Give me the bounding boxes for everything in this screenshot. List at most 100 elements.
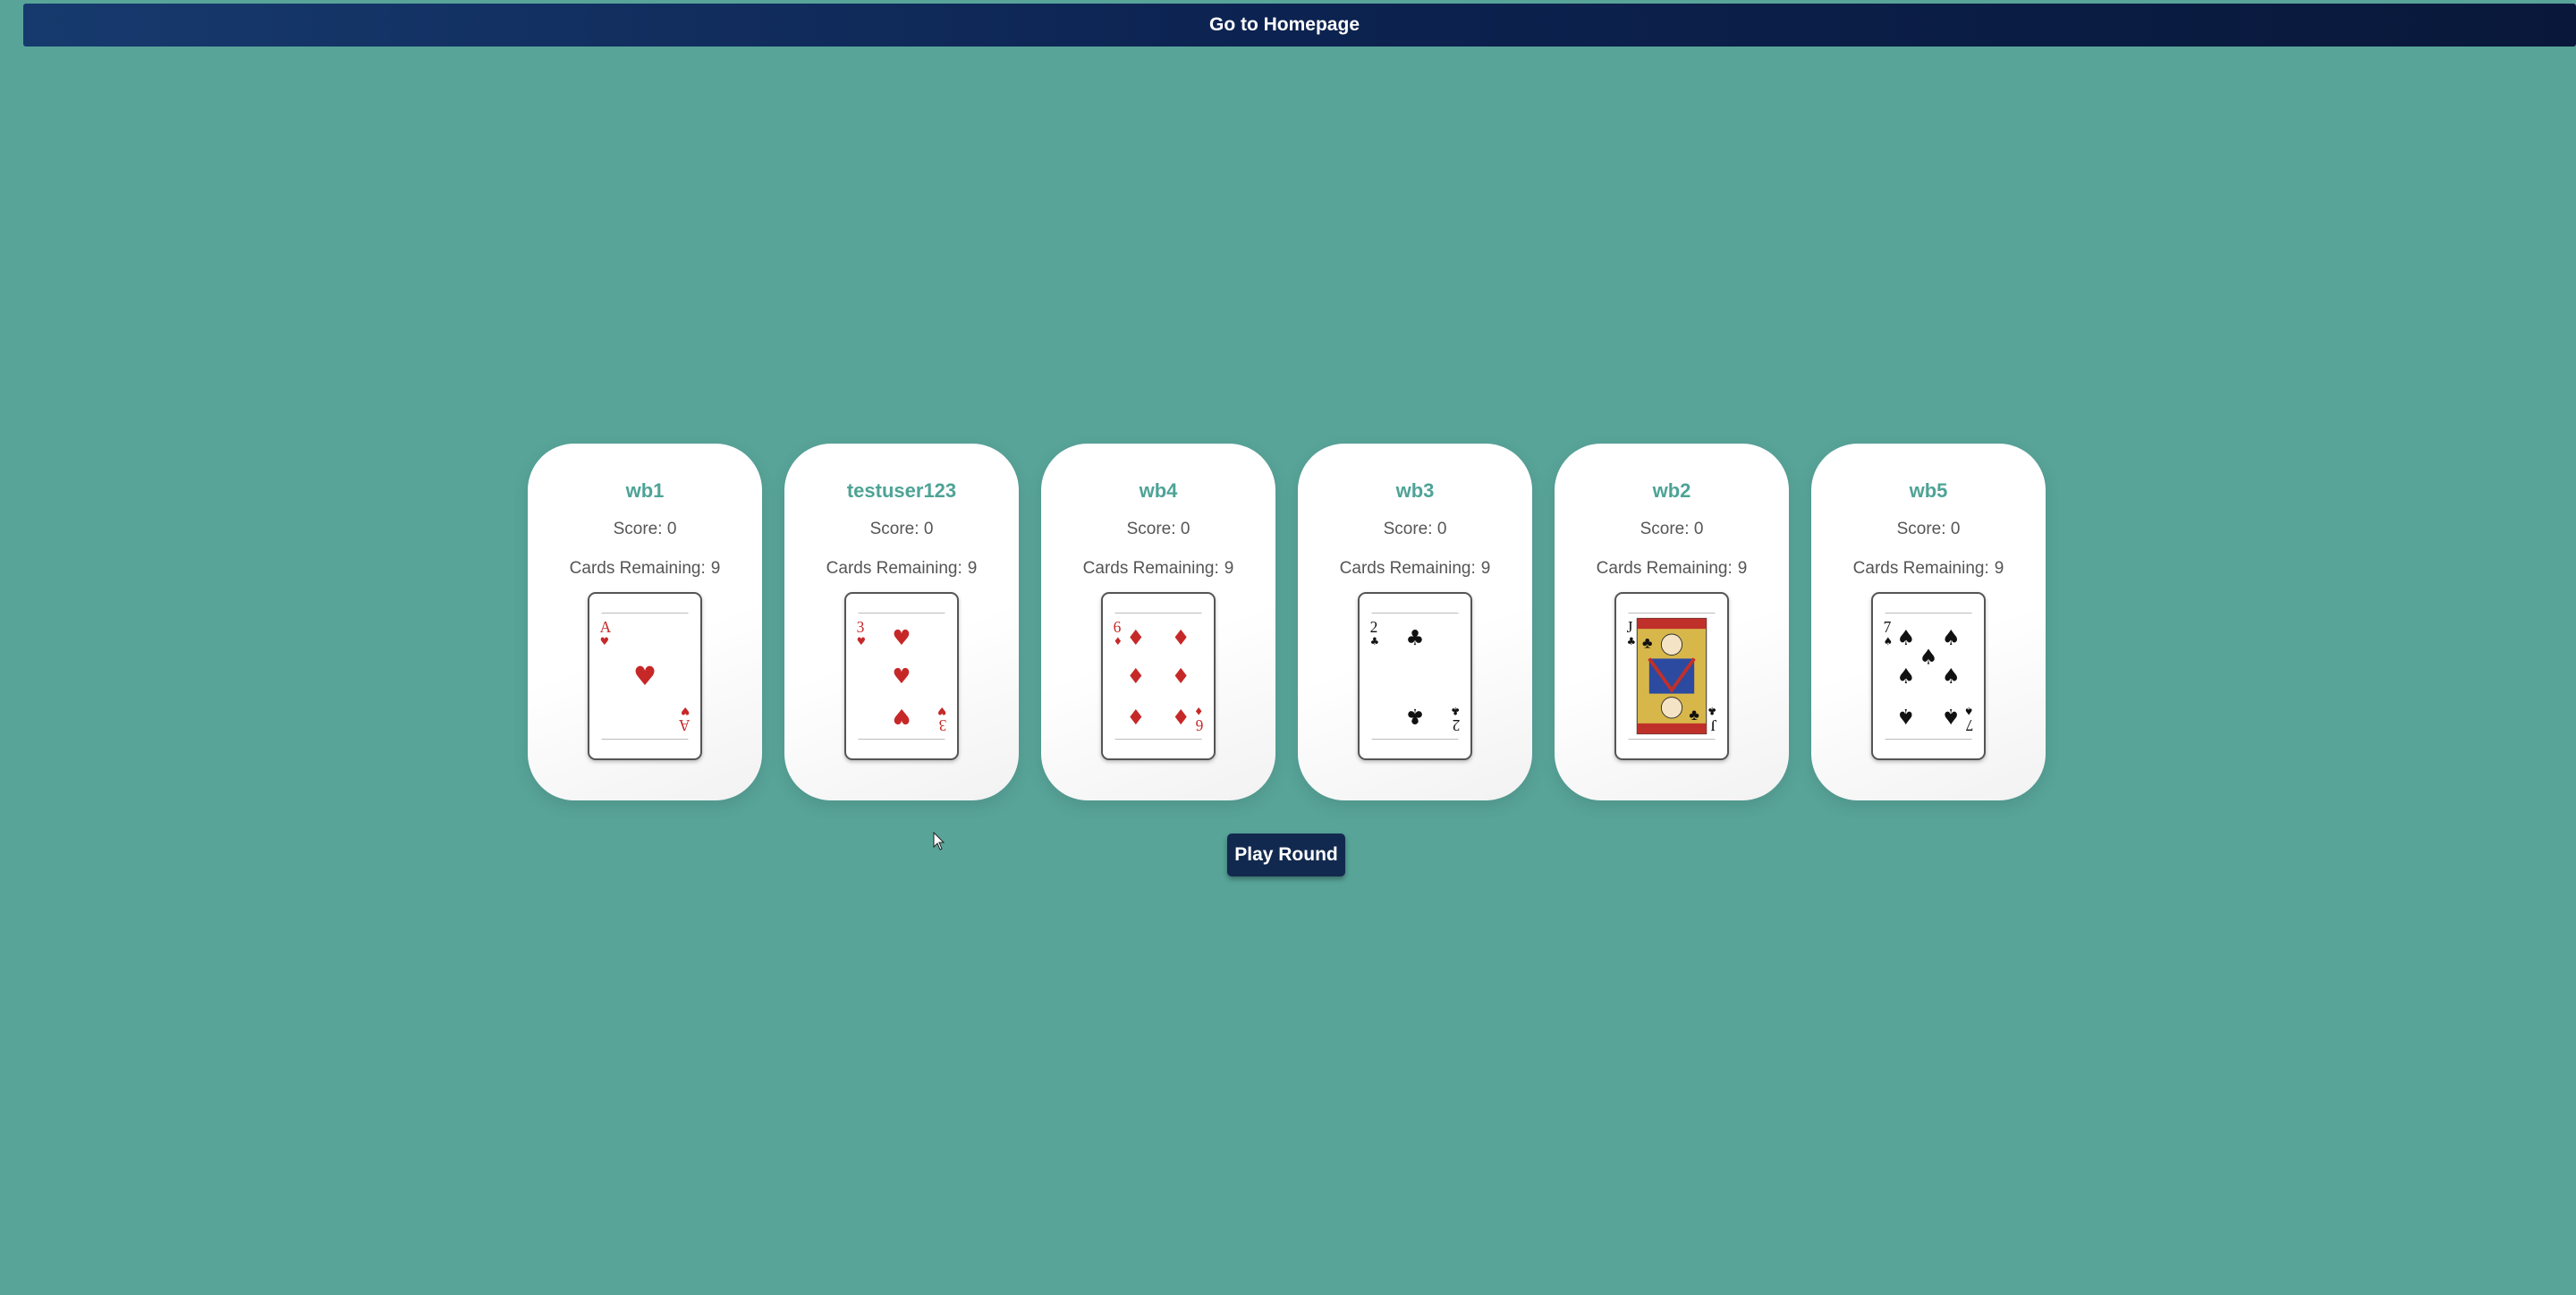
cards-remaining-label: Cards Remaining: (1339, 559, 1476, 578)
score-label: Score: (1896, 520, 1946, 538)
card-rank-corner: 7 (1965, 716, 1973, 734)
cards-remaining-label: Cards Remaining: (1852, 559, 1989, 578)
card-corner-bottom: 6♦ (1194, 705, 1203, 734)
player-score: Score: 0 (614, 519, 677, 540)
diamonds-pip-icon: ♦ (1126, 664, 1145, 689)
spades-pip-icon: ♠ (1896, 625, 1915, 650)
playing-card: A ♥ A ♥ ♥ (588, 592, 702, 760)
hearts-card-face-icon: 3♥3♥♥♥♥ (857, 613, 946, 740)
cards-remaining-value: 9 (967, 559, 978, 578)
diamonds-pip-icon: ♦ (1126, 704, 1145, 729)
playing-card: J ♣ J ♣ ♣ ♣ (1614, 592, 1729, 760)
player-panel-wb2: wb2 Score: 0 Cards Remaining: 9 J ♣ J ♣ ♣ ♣ (1555, 444, 1789, 800)
mouse-pointer-icon (933, 832, 945, 851)
score-value: 0 (666, 520, 677, 538)
spades-pip-icon: ♠ (1942, 704, 1961, 729)
hearts-pip-icon: ♥ (893, 704, 911, 729)
player-score: Score: 0 (1897, 519, 1961, 540)
card-suit-corner: ♠ (1964, 705, 1973, 717)
player-panel-wb1: wb1 Score: 0 Cards Remaining: 9 A ♥ A ♥ ♥ (528, 444, 762, 800)
hearts-card-face-icon: A♥A♥♥ (600, 613, 690, 740)
playing-card: 2 ♣ 2 ♣ ♣ ♣ (1358, 592, 1472, 760)
playing-card: 3 ♥ 3 ♥ ♥ ♥ ♥ (844, 592, 959, 760)
go-to-homepage-button[interactable]: Go to Homepage (23, 4, 2576, 47)
cards-remaining: Cards Remaining: 9 (1853, 558, 2004, 580)
player-name: wb3 (1395, 479, 1435, 502)
clubs-pip-icon: ♣ (1406, 625, 1425, 650)
spades-pip-icon: ♠ (1942, 664, 1961, 689)
card-rank-corner: 7 (1884, 618, 1892, 636)
cards-remaining-value: 9 (710, 559, 721, 578)
score-value: 0 (1950, 520, 1961, 538)
cards-remaining-label: Cards Remaining: (569, 559, 706, 578)
card-suit-corner: ♣ (1627, 635, 1636, 648)
cards-remaining-label: Cards Remaining: (826, 559, 962, 578)
spades-pip-icon: ♠ (1896, 664, 1915, 689)
clubs-pip-icon: ♣ (1406, 704, 1425, 729)
card-rank-corner: A (678, 716, 690, 734)
score-label: Score: (613, 520, 663, 538)
cards-remaining-value: 9 (1994, 559, 2004, 578)
diamonds-pip-icon: ♦ (1172, 704, 1191, 729)
jack-head (1660, 633, 1683, 656)
cards-remaining: Cards Remaining: 9 (1083, 558, 1234, 580)
card-suit-corner: ♠ (1884, 635, 1893, 648)
cards-remaining-label: Cards Remaining: (1082, 559, 1219, 578)
cards-remaining: Cards Remaining: 9 (826, 558, 978, 580)
card-suit-corner: ♦ (1194, 705, 1203, 717)
playing-card: 6 ♦ 6 ♦ ♦ ♦ ♦ ♦ ♦ ♦ (1101, 592, 1216, 760)
score-value: 0 (1436, 520, 1447, 538)
card-rank-corner: 3 (938, 716, 946, 734)
diamonds-pip-icon: ♦ (1172, 664, 1191, 689)
clubs-card-face-icon: J♣J♣♣♣ (1627, 613, 1716, 740)
player-panel-testuser123: testuser123 Score: 0 Cards Remaining: 9 … (784, 444, 1019, 800)
cards-remaining: Cards Remaining: 9 (1340, 558, 1491, 580)
club-icon: ♣ (1642, 634, 1652, 652)
diamonds-pip-icon: ♦ (1126, 625, 1145, 650)
spades-pip-icon: ♠ (1896, 704, 1915, 729)
play-round-button[interactable]: Play Round (1227, 834, 1345, 876)
score-label: Score: (1126, 520, 1176, 538)
card-rank-corner: A (600, 618, 612, 636)
card-corner-bottom: A♥ (678, 705, 690, 734)
card-corner-bottom: 2♣ (1451, 705, 1460, 734)
card-rank-corner: 6 (1114, 618, 1122, 636)
card-rank-corner: 6 (1195, 716, 1203, 734)
hearts-pip-icon: ♥ (633, 661, 657, 691)
card-rank-corner: 2 (1453, 716, 1461, 734)
hearts-pip-icon: ♥ (893, 625, 911, 650)
score-label: Score: (1640, 520, 1690, 538)
player-panel-wb5: wb5 Score: 0 Cards Remaining: 9 7 ♠ 7 ♠ ♠ ♠ ♠ ♠… (1811, 444, 2046, 800)
hearts-pip-icon: ♥ (893, 664, 911, 689)
cards-remaining: Cards Remaining: 9 (1597, 558, 1748, 580)
clubs-card-face-icon: 2♣2♣♣♣ (1370, 613, 1460, 740)
card-rank-corner: J (1710, 716, 1716, 734)
diamonds-card-face-icon: 6♦6♦♦ ♦♦ ♦♦ ♦ (1114, 613, 1203, 740)
cards-remaining-value: 9 (1480, 559, 1491, 578)
spades-pip-icon: ♠ (1942, 625, 1961, 650)
cards-remaining-label: Cards Remaining: (1596, 559, 1733, 578)
score-label: Score: (869, 520, 919, 538)
player-name: wb5 (1909, 479, 1948, 502)
player-score: Score: 0 (1127, 519, 1191, 540)
score-label: Score: (1383, 520, 1433, 538)
card-suit-corner: ♣ (1707, 705, 1716, 717)
player-name: wb1 (625, 479, 665, 502)
player-panel-wb4: wb4 Score: 0 Cards Remaining: 9 6 ♦ 6 ♦ ♦ ♦ ♦ ♦… (1041, 444, 1275, 800)
jack-top-band (1637, 618, 1707, 630)
player-name: wb4 (1139, 479, 1178, 502)
card-suit-corner: ♣ (1451, 705, 1460, 717)
jack-bottom-band (1637, 723, 1707, 734)
player-score: Score: 0 (870, 519, 934, 540)
spades-card-face-icon: 7♠7♠♠ ♠♠♠ ♠♠ ♠ (1884, 613, 1973, 740)
card-suit-corner: ♥ (600, 635, 609, 648)
card-suit-corner: ♣ (1370, 635, 1379, 648)
jack-head-mirror (1660, 697, 1683, 719)
player-score: Score: 0 (1640, 519, 1704, 540)
players-row: wb1 Score: 0 Cards Remaining: 9 A ♥ A ♥ ♥ te… (528, 444, 2046, 800)
card-suit-corner: ♦ (1114, 635, 1123, 648)
card-rank-corner: J (1627, 618, 1633, 636)
player-name: testuser123 (846, 479, 957, 502)
card-corner-bottom: J♣ (1707, 705, 1716, 734)
card-suit-corner: ♥ (937, 705, 946, 717)
